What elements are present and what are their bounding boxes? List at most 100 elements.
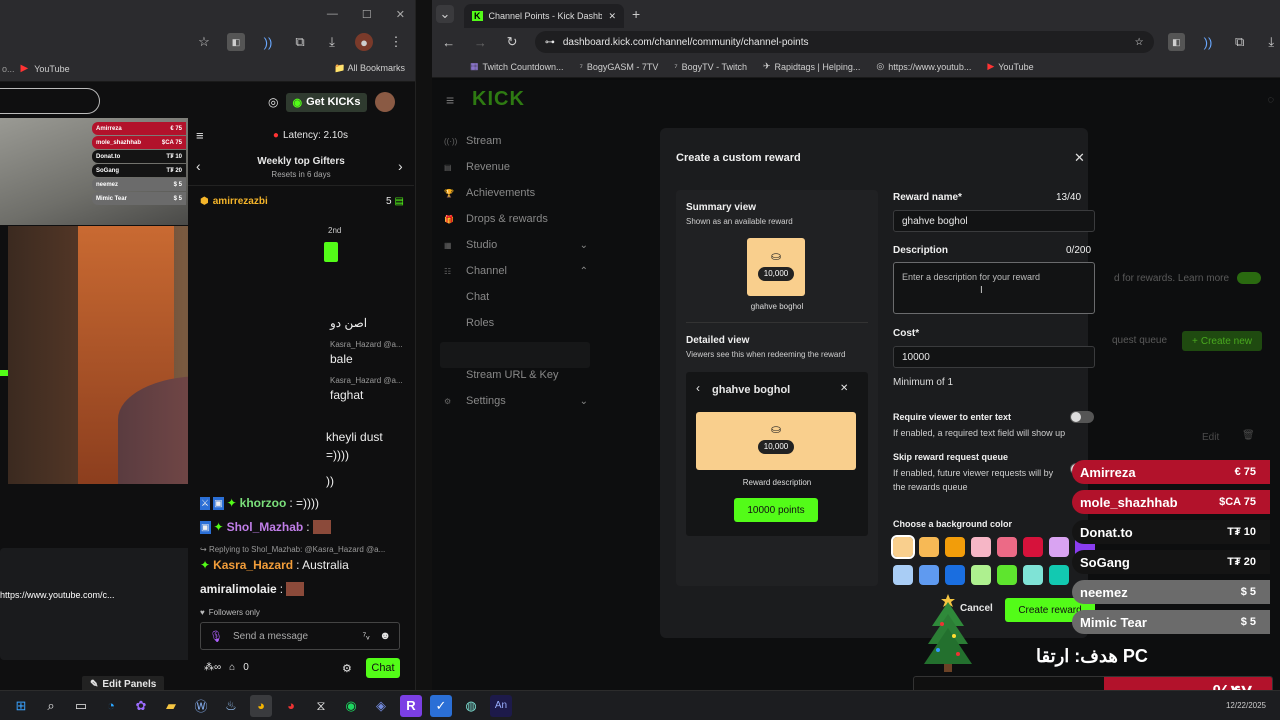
- avatar[interactable]: [374, 92, 395, 112]
- modal-close-icon[interactable]: ✕: [1074, 150, 1085, 166]
- reward-name-input[interactable]: ghahve boghol: [893, 210, 1095, 232]
- extension-icon[interactable]: ◧: [1167, 33, 1186, 51]
- color-swatch[interactable]: [971, 565, 991, 585]
- color-swatch[interactable]: [997, 537, 1017, 557]
- all-bookmarks[interactable]: 📁 All Bookmarks: [334, 63, 405, 74]
- summary-reward-card[interactable]: ⛀ 10,000: [747, 238, 805, 296]
- description-textarea[interactable]: Enter a description for your reward: [893, 262, 1095, 314]
- animate-icon[interactable]: An: [490, 694, 512, 717]
- bookmark-item[interactable]: ⁷ BogyTV - Twitch: [674, 62, 747, 72]
- star-icon[interactable]: ☆: [195, 33, 213, 51]
- bookmark-youtube[interactable]: YouTube: [34, 64, 69, 74]
- maximize-icon[interactable]: ☐: [362, 8, 372, 21]
- settings-gear-icon[interactable]: ⚙: [342, 662, 352, 675]
- tab-channel-points[interactable]: K Channel Points - Kick Dashboard ✕: [464, 4, 624, 28]
- store-icon[interactable]: ⌂: [229, 662, 235, 673]
- color-swatch[interactable]: [1023, 565, 1043, 585]
- task-view-icon[interactable]: ▭: [70, 695, 92, 717]
- search-icon[interactable]: ⌕: [40, 695, 62, 717]
- detail-close-icon[interactable]: ✕: [840, 383, 848, 394]
- sidebar-item-stream[interactable]: ((·)) Stream: [440, 128, 592, 154]
- chevron-up-icon[interactable]: ⌃: [580, 266, 588, 277]
- bookmark-item[interactable]: ◎ https://www.youtub...: [876, 61, 971, 72]
- bg-trash-icon[interactable]: 🗑: [1242, 430, 1255, 441]
- next-arrow-icon[interactable]: ›: [398, 158, 403, 174]
- hamburger-icon[interactable]: ≡: [446, 92, 454, 108]
- copilot-icon[interactable]: ✿: [130, 695, 152, 717]
- color-swatch[interactable]: [1023, 537, 1043, 557]
- sidebar-item-settings[interactable]: ⚙ Settings ⌄: [440, 388, 592, 414]
- color-swatch[interactable]: [945, 565, 965, 585]
- site-info-icon[interactable]: ⊶: [545, 37, 555, 48]
- back-icon[interactable]: ←: [440, 33, 458, 51]
- sidebar-item-studio[interactable]: ▦ Studio ⌄: [440, 232, 592, 258]
- tab-search-icon[interactable]: ⌄: [436, 5, 454, 23]
- extension-icon[interactable]: ◧: [227, 33, 245, 51]
- audio-icon[interactable]: )): [259, 33, 277, 51]
- bookmark-item[interactable]: ▶ YouTube: [987, 61, 1033, 72]
- tab-close-icon[interactable]: ✕: [608, 11, 616, 22]
- search-input[interactable]: [0, 88, 100, 114]
- chat-input[interactable]: 🎙 Send a message ⁷ᵥ ☻: [200, 622, 400, 650]
- puzzle-icon[interactable]: ⧉: [291, 33, 309, 51]
- bookmark-item[interactable]: ⁷ BogyGASM - 7TV: [580, 62, 659, 72]
- bookmark-star-icon[interactable]: ☆: [1135, 37, 1144, 48]
- target-icon[interactable]: ◎: [268, 95, 278, 109]
- 7tv-icon[interactable]: ⁷ᵥ: [363, 631, 370, 642]
- file-explorer-icon[interactable]: ▰: [160, 695, 182, 717]
- chat-username[interactable]: Shol_Mazhab: [227, 520, 304, 534]
- color-swatch[interactable]: [971, 537, 991, 557]
- profile-avatar-icon[interactable]: ●: [355, 33, 373, 51]
- bookmark-item[interactable]: ▦ Twitch Countdown...: [470, 61, 564, 72]
- infinity-icon[interactable]: ⁂∞: [204, 662, 221, 673]
- color-swatch[interactable]: [1049, 537, 1069, 557]
- get-kicks-button[interactable]: ◉ Get KICKs: [286, 92, 367, 112]
- chat-send-button[interactable]: Chat: [366, 658, 400, 678]
- color-swatch[interactable]: [919, 565, 939, 585]
- sidebar-item-channel[interactable]: ☷ Channel ⌃: [440, 258, 592, 284]
- color-swatch[interactable]: [891, 535, 915, 559]
- emoji-icon[interactable]: ☻: [379, 630, 391, 642]
- spotify-icon[interactable]: ◉: [340, 695, 362, 717]
- bookmark-item[interactable]: ✈ Rapidtags | Helping...: [763, 61, 860, 72]
- windows-start-icon[interactable]: ⊞: [10, 695, 32, 717]
- detail-back-icon[interactable]: ‹: [696, 381, 700, 395]
- prev-arrow-icon[interactable]: ‹: [196, 158, 201, 174]
- download-icon[interactable]: ⤓: [1262, 33, 1280, 51]
- chat-username[interactable]: amiralimolaie: [200, 582, 277, 596]
- youtube-link[interactable]: https://www.youtube.com/c...: [0, 590, 115, 600]
- kick-app-icon[interactable]: ⧖: [310, 695, 332, 717]
- puzzle-icon[interactable]: ⧉: [1231, 33, 1249, 51]
- bg-toggle[interactable]: [1237, 272, 1262, 284]
- collapse-chat-icon[interactable]: ≡: [196, 128, 204, 143]
- color-swatch[interactable]: [893, 565, 913, 585]
- require-text-toggle[interactable]: [1070, 411, 1094, 423]
- r-app-icon[interactable]: R: [400, 694, 422, 717]
- color-swatch[interactable]: [1049, 565, 1069, 585]
- color-swatch[interactable]: [945, 537, 965, 557]
- close-icon[interactable]: ✕: [396, 8, 405, 21]
- detail-points-button[interactable]: 10000 points: [734, 498, 818, 522]
- chevron-down-icon[interactable]: ⌄: [580, 240, 588, 251]
- sidebar-item-revenue[interactable]: ▤ Revenue: [440, 154, 592, 180]
- minimize-icon[interactable]: —: [327, 8, 338, 20]
- url-bar[interactable]: ⊶ dashboard.kick.com/channel/community/c…: [534, 31, 1154, 53]
- cost-input[interactable]: 10000: [893, 346, 1095, 368]
- sidebar-item-chat[interactable]: Chat: [440, 284, 592, 310]
- wordpad-icon[interactable]: Ⓦ: [190, 695, 212, 717]
- sidebar-item-achievements[interactable]: 🏆 Achievements: [440, 180, 592, 206]
- bookmark-ellipsis[interactable]: o...: [2, 64, 15, 74]
- edge-icon[interactable]: ◔: [100, 695, 122, 717]
- bg-create-new-button[interactable]: + Create new: [1182, 331, 1262, 351]
- mic-icon[interactable]: 🎙: [209, 630, 223, 643]
- chevron-down-icon[interactable]: ⌄: [580, 396, 588, 407]
- bg-edit-link[interactable]: Edit: [1202, 432, 1219, 443]
- sidebar-item-drops-rewards[interactable]: 🎁 Drops & rewards: [440, 206, 592, 232]
- gifter-name[interactable]: amirrezazbi: [213, 196, 268, 207]
- reload-icon[interactable]: ↻: [503, 33, 521, 51]
- menu-dots-icon[interactable]: ⋮: [387, 33, 405, 51]
- sidebar-item-roles[interactable]: Roles: [440, 310, 592, 336]
- discord-icon[interactable]: ◈: [370, 695, 392, 717]
- kick-logo[interactable]: KICK: [472, 88, 525, 111]
- chrome-icon[interactable]: ◕: [250, 694, 272, 717]
